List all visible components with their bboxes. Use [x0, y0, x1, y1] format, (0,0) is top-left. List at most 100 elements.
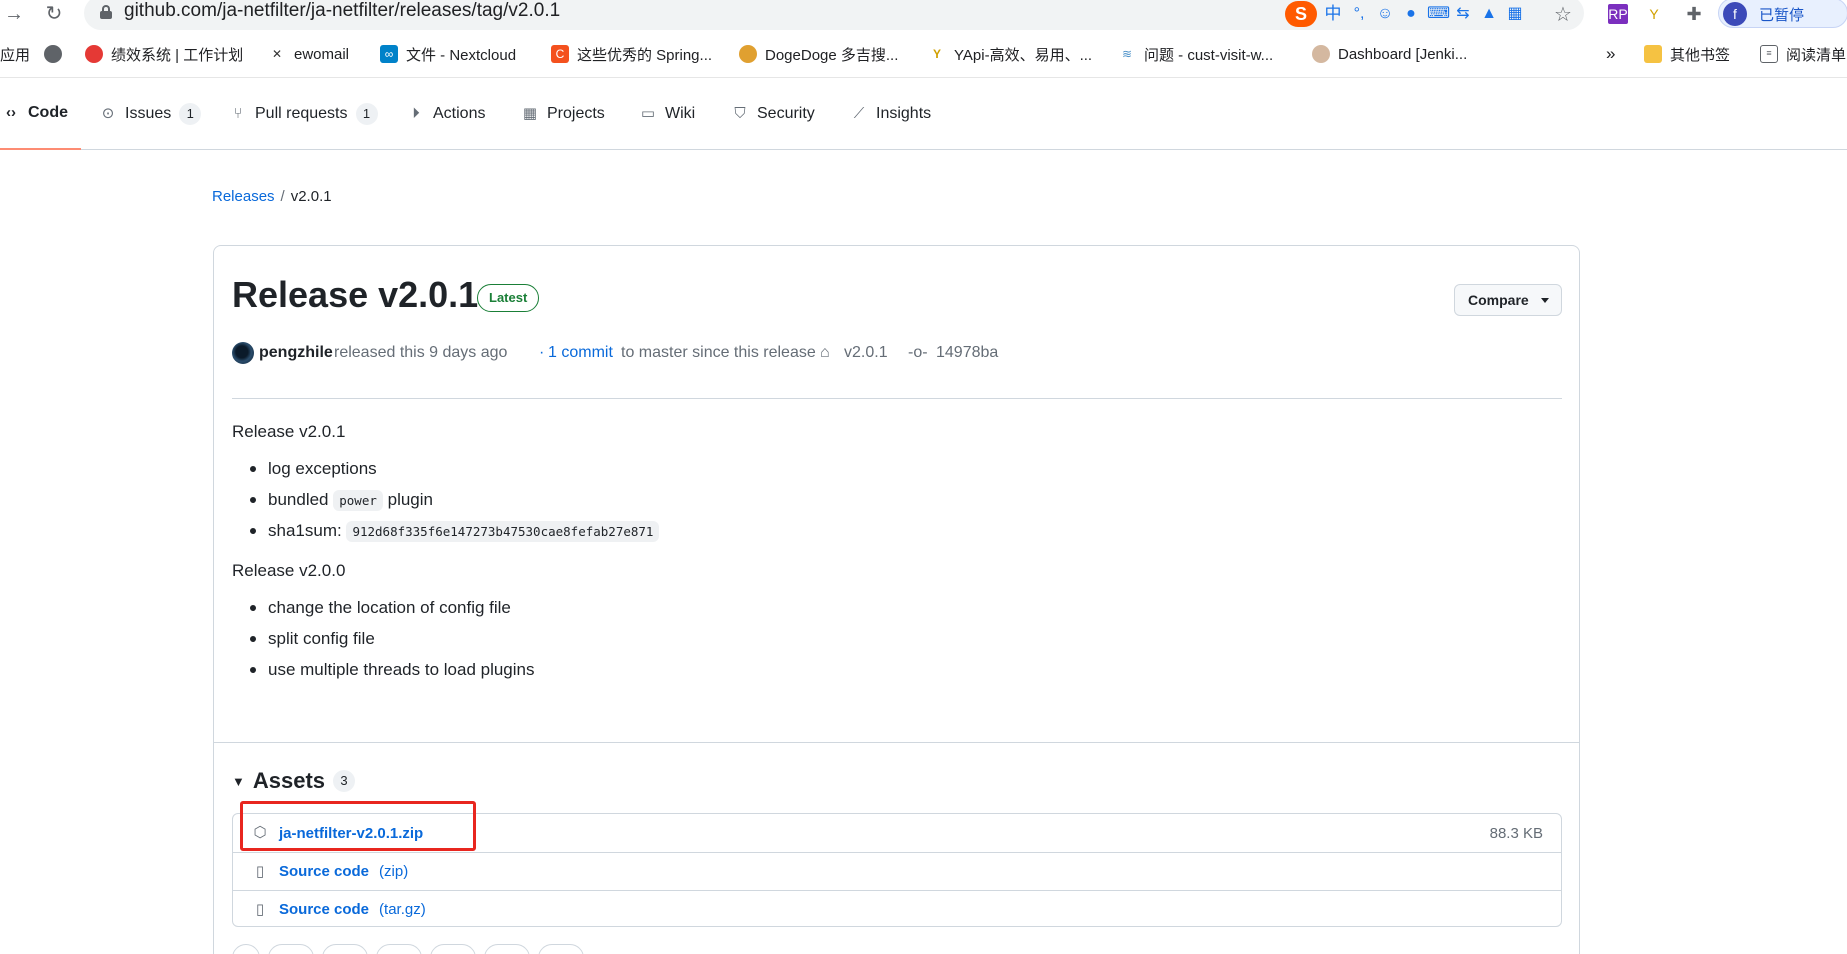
- puzzle-icon[interactable]: ✚: [1684, 4, 1704, 24]
- inline-code: power: [333, 490, 383, 511]
- tab-label: Pull requests: [255, 105, 348, 122]
- bookmark-reading-list[interactable]: ≡ 阅读清单: [1760, 41, 1846, 67]
- tab-issues[interactable]: ⊙ Issues 1: [99, 78, 202, 150]
- profile-button[interactable]: f 已暂停: [1718, 0, 1847, 28]
- shield-icon: ⛉: [734, 105, 746, 122]
- tab-insights[interactable]: ⟋ Insights: [850, 78, 931, 150]
- tab-actions[interactable]: ⏵ Actions: [407, 78, 485, 150]
- issue-icon: ⊙: [101, 105, 115, 122]
- address-row: → ↻ github.com/ja-netfilter/ja-netfilter…: [0, 0, 1847, 30]
- tab-label: Projects: [547, 105, 605, 122]
- reaction-button[interactable]: [430, 944, 476, 954]
- tag-icon: ⌂: [820, 344, 830, 361]
- author-link[interactable]: pengzhile: [259, 341, 333, 365]
- tab-pull-requests[interactable]: ⑂ Pull requests 1: [229, 78, 378, 150]
- bookmark-performance[interactable]: 绩效系统 | 工作计划: [85, 41, 243, 67]
- list-item: change the location of config file: [250, 592, 1562, 623]
- released-text: released this 9 days ago: [334, 344, 508, 361]
- breadcrumb-releases-link[interactable]: Releases: [212, 188, 275, 205]
- author-avatar[interactable]: [232, 342, 254, 364]
- yapi-extension-icon[interactable]: Y: [1644, 4, 1664, 24]
- bookmark-star-icon[interactable]: ☆: [1554, 2, 1572, 27]
- bookmark-ewomail[interactable]: ✕ ewomail: [268, 41, 349, 67]
- more-icon: »: [1606, 44, 1616, 63]
- assets-toggle[interactable]: ▼ Assets 3: [232, 766, 356, 796]
- asset-type[interactable]: (zip): [379, 863, 408, 880]
- grid-icon[interactable]: ▦: [1505, 4, 1525, 24]
- tab-security[interactable]: ⛉ Security: [731, 78, 814, 150]
- compare-button[interactable]: Compare: [1454, 284, 1562, 316]
- source-code-zip-link[interactable]: Source code: [279, 863, 369, 880]
- jenkins-icon: [1312, 45, 1330, 63]
- tab-label: Code: [28, 104, 68, 121]
- note-text: log exceptions: [268, 459, 377, 478]
- bookmark-nextcloud[interactable]: ∞ 文件 - Nextcloud: [380, 41, 516, 67]
- bookmark-apps[interactable]: 应用: [0, 41, 30, 67]
- triangle-down-icon: ▼: [232, 773, 245, 789]
- commit-icon: -o-: [908, 344, 928, 361]
- commits-suffix: to master since this release: [621, 344, 816, 361]
- notes-heading-v200: Release v2.0.0: [232, 561, 346, 580]
- profile-avatar: f: [1723, 2, 1747, 26]
- more-bookmarks-button[interactable]: »: [1606, 41, 1615, 67]
- assets-title: Assets: [252, 768, 326, 793]
- bookmark-other-folder[interactable]: 其他书签: [1644, 41, 1730, 67]
- ime-mode-label[interactable]: 中: [1323, 4, 1343, 24]
- latest-badge: Latest: [477, 284, 540, 312]
- bookmark-label: 文件 - Nextcloud: [406, 46, 517, 64]
- bookmark-label: YApi-高效、易用、...: [954, 46, 1093, 64]
- reaction-button[interactable]: [376, 944, 422, 954]
- reaction-button[interactable]: [538, 944, 584, 954]
- lock-icon: [100, 5, 112, 19]
- code-icon: ‹›: [6, 104, 16, 121]
- wave-icon: ≋: [1121, 47, 1133, 61]
- bookmark-jenkins[interactable]: Dashboard [Jenki...: [1312, 41, 1467, 67]
- tab-label: Issues: [125, 105, 172, 122]
- url-text[interactable]: github.com/ja-netfilter/ja-netfilter/rel…: [124, 0, 560, 22]
- tab-wiki[interactable]: ▭ Wiki: [639, 78, 695, 150]
- bookmark-label: 这些优秀的 Spring...: [577, 46, 713, 64]
- bookmark-yapi[interactable]: Y YApi-高效、易用、...: [928, 41, 1092, 67]
- tab-projects[interactable]: ▦ Projects: [521, 78, 605, 150]
- release-notes: Release v2.0.1 log exceptions bundled po…: [232, 419, 1562, 697]
- asset-size: 88.3 KB: [1489, 824, 1543, 842]
- meta-separator: ·: [539, 344, 545, 361]
- tag-link[interactable]: v2.0.1: [844, 341, 888, 365]
- list-item: use multiple threads to load plugins: [250, 654, 1562, 685]
- inline-code: 912d68f335f6e147273b47530cae8fefab27e871: [346, 521, 660, 542]
- annotation-highlight-box: [240, 801, 476, 851]
- shirt-icon[interactable]: ▲: [1479, 4, 1499, 24]
- reaction-button[interactable]: [484, 944, 530, 954]
- breadcrumb-current: v2.0.1: [290, 188, 332, 205]
- asset-type[interactable]: (tar.gz): [379, 901, 426, 918]
- reaction-button[interactable]: [268, 944, 314, 954]
- punctuation-icon[interactable]: °,: [1349, 4, 1369, 24]
- microphone-icon[interactable]: ●: [1401, 4, 1421, 24]
- commit-sha-link[interactable]: 14978ba: [936, 341, 998, 365]
- bookmark-dogedoge[interactable]: DogeDoge 多吉搜...: [739, 41, 898, 67]
- translate-icon[interactable]: ⇆: [1453, 4, 1473, 24]
- forward-icon[interactable]: →: [2, 2, 26, 26]
- keyboard-icon[interactable]: ⌨: [1427, 4, 1450, 24]
- reactions-bar: [232, 944, 584, 954]
- reload-icon[interactable]: ↻: [42, 2, 66, 26]
- list-item: sha1sum: 912d68f335f6e147273b47530cae8fe…: [250, 515, 1562, 546]
- sogou-ime-icon[interactable]: S: [1285, 1, 1317, 27]
- release-meta: pengzhile released this 9 days ago · 1 c…: [232, 341, 1562, 365]
- emoji-icon[interactable]: ☺: [1375, 4, 1395, 24]
- bookmark-issues[interactable]: ≋ 问题 - cust-visit-w...: [1118, 41, 1273, 67]
- reading-list-icon: ≡: [1760, 45, 1778, 63]
- rp-extension-icon[interactable]: RP: [1608, 4, 1628, 24]
- assets-divider: [214, 742, 1579, 743]
- repo-tabs: ‹› Code ⊙ Issues 1 ⑂ Pull requests 1 ⏵ A…: [0, 78, 1847, 150]
- reaction-button[interactable]: [322, 944, 368, 954]
- add-reaction-button[interactable]: [232, 944, 260, 954]
- chevron-down-icon: [1541, 298, 1549, 303]
- source-code-targz-link[interactable]: Source code: [279, 901, 369, 918]
- ewomail-icon: ✕: [271, 47, 283, 61]
- commits-link[interactable]: 1 commit: [548, 341, 613, 365]
- bookmark-globe[interactable]: [44, 41, 62, 67]
- note-text: bundled: [268, 490, 329, 509]
- bookmark-spring[interactable]: C 这些优秀的 Spring...: [551, 41, 712, 67]
- tab-code[interactable]: ‹› Code: [0, 78, 81, 150]
